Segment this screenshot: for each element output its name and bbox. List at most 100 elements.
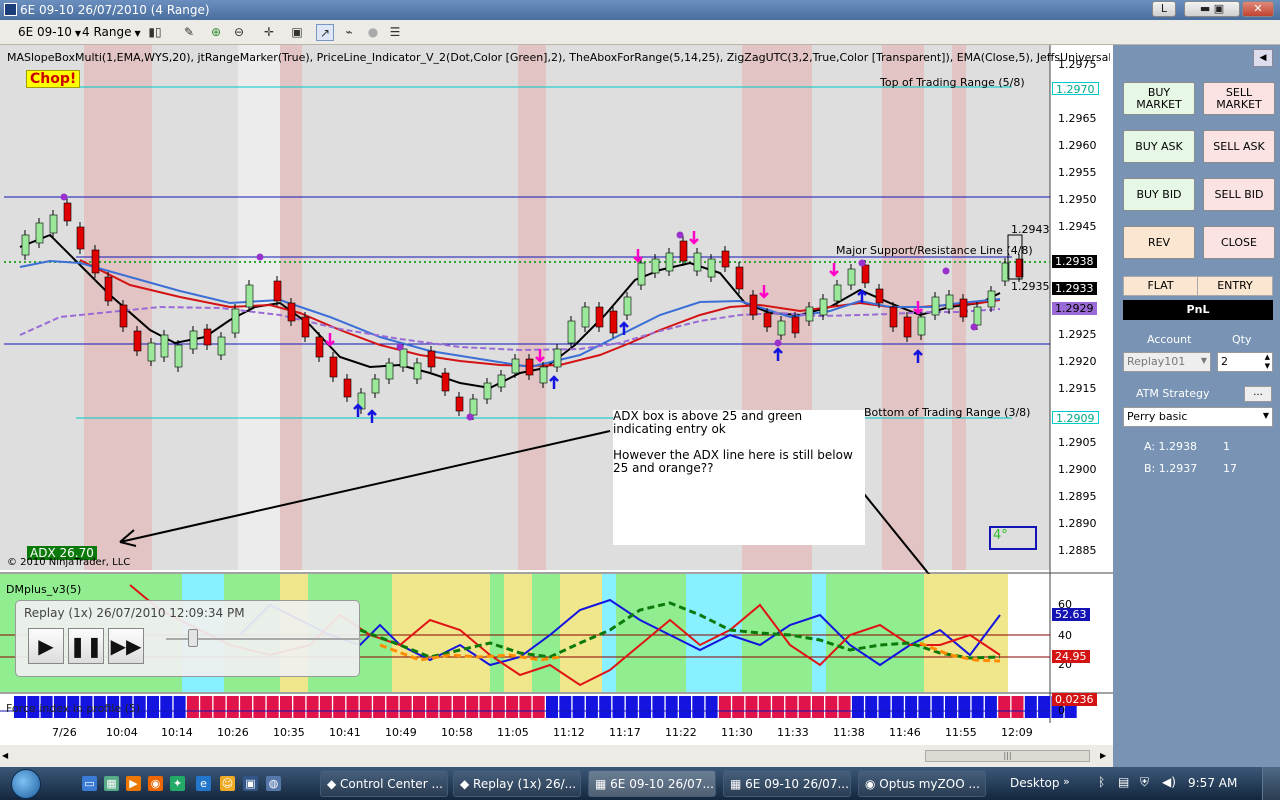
taskbar-item-control-center[interactable]: ◆ Control Center ... (320, 770, 448, 797)
force-index-bar (572, 696, 585, 718)
taskbar-item-browser[interactable]: ◉ Optus myZOO ... (858, 770, 986, 797)
taskbar-item-chart-2[interactable]: ▦ 6E 09-10 26/07... (723, 770, 851, 797)
candle-body (791, 316, 800, 334)
force-index-bar (253, 696, 266, 718)
force-index-bar (439, 696, 452, 718)
dm-zone-band (826, 574, 924, 692)
candlestick-icon[interactable]: ▮▯ (146, 24, 164, 41)
title-bar[interactable]: 6E 09-10 26/07/2010 (4 Range) L ▬ ▣ ✕ (0, 0, 1280, 20)
candle-body (231, 308, 240, 334)
horizontal-scrollbar[interactable]: ◀ ||| ▶ (0, 745, 1113, 767)
time-axis-label: 11:22 (665, 726, 697, 739)
atm-options-button[interactable]: ... (1244, 386, 1272, 402)
swing-dot (396, 343, 404, 351)
desktop-toolbar[interactable]: Desktop (1010, 776, 1060, 790)
time-axis-label: 11:33 (777, 726, 809, 739)
internet-explorer-icon[interactable]: e (196, 776, 211, 791)
taskbar-item-replay[interactable]: ◆ Replay (1x) 26/... (453, 770, 581, 797)
candle-body (217, 336, 226, 356)
chevron-right-icon[interactable]: » (1063, 775, 1070, 788)
ma-price-tag: 1.2929 (1052, 302, 1097, 315)
sell-bid-button[interactable]: SELL BID (1203, 178, 1275, 211)
reverse-button[interactable]: REV (1123, 226, 1195, 259)
candle-body (469, 398, 478, 416)
scroll-thumb[interactable]: ||| (925, 750, 1090, 762)
fast-forward-button[interactable]: ▶▶ (108, 628, 144, 664)
volume-icon[interactable]: ◀) (1162, 775, 1176, 789)
buy-market-button[interactable]: BUY MARKET (1123, 82, 1195, 115)
force-index-bar (492, 696, 505, 718)
sell-market-button[interactable]: SELL MARKET (1203, 82, 1275, 115)
time-axis-label: 10:41 (329, 726, 361, 739)
period-selector[interactable]: 4 Range ▼ (78, 24, 145, 41)
show-desktop-icon[interactable]: ▭ (82, 776, 97, 791)
crosshair-icon[interactable]: ✛ (260, 24, 278, 41)
explorer-icon[interactable]: ▦ (104, 776, 119, 791)
zoom-out-icon[interactable]: ⊖ (230, 24, 248, 41)
force-index-bar (585, 696, 598, 718)
firefox-icon[interactable]: ◉ (148, 776, 163, 791)
scroll-left-icon[interactable]: ◀ (2, 751, 8, 760)
force-index-bar (186, 696, 199, 718)
candle-body (76, 226, 85, 250)
ema-price-tag: 1.2933 (1052, 282, 1097, 295)
qty-label: Qty (1232, 333, 1252, 346)
draw-pen-icon[interactable]: ✎ (180, 24, 198, 41)
atm-strategy-select[interactable]: Perry basic ▼ (1123, 407, 1273, 427)
replay-panel[interactable]: Replay (1x) 26/07/2010 12:09:34 PM ▶ ❚❚ … (15, 600, 362, 677)
candle-body (133, 330, 142, 352)
close-position-button[interactable]: CLOSE (1203, 226, 1275, 259)
bottom-range-price-tag: 1.2909 (1052, 411, 1099, 425)
minimize-button[interactable]: L (1152, 1, 1176, 17)
start-button[interactable] (11, 769, 41, 799)
candle-body (21, 234, 30, 256)
candle-body (35, 222, 44, 244)
candle-body (119, 304, 128, 328)
data-box-icon[interactable]: ▣ (288, 24, 306, 41)
buy-bid-button[interactable]: BUY BID (1123, 178, 1195, 211)
window-icon[interactable]: ▣ (243, 776, 258, 791)
candle-body (861, 264, 870, 284)
force-index-bar (386, 696, 399, 718)
qty-stepper[interactable]: 2 ▲ ▼ (1217, 352, 1273, 372)
candle-body (273, 280, 282, 302)
replay-slider-thumb[interactable] (188, 629, 199, 647)
candle-body (889, 306, 898, 328)
instrument-selector[interactable]: 6E 09-10 ▼ (14, 24, 85, 41)
force-index-bar (1024, 696, 1037, 718)
snapshot-icon[interactable]: ● (364, 24, 382, 41)
scroll-right-icon[interactable]: ▶ (1100, 751, 1106, 760)
spin-icon[interactable]: ▲ ▼ (1265, 353, 1270, 371)
price-axis-label: 1.2895 (1058, 490, 1097, 503)
utility-icon[interactable]: ✦ (170, 776, 185, 791)
bluetooth-icon[interactable]: ᛒ (1098, 775, 1105, 789)
globe-icon[interactable]: ◍ (266, 776, 281, 791)
messenger-icon[interactable]: ☺ (220, 776, 235, 791)
force-index-bar (173, 696, 186, 718)
clock[interactable]: 9:57 AM (1188, 776, 1237, 790)
pause-button[interactable]: ❚❚ (68, 628, 104, 664)
sell-ask-button[interactable]: SELL ASK (1203, 130, 1275, 163)
play-button[interactable]: ▶ (28, 628, 64, 664)
force-index-bar (452, 696, 465, 718)
close-window-button[interactable]: ✕ (1242, 1, 1274, 17)
restore-button[interactable]: ▬ ▣ (1184, 1, 1240, 17)
candle-body (609, 310, 618, 334)
show-desktop-button[interactable] (1262, 767, 1280, 800)
account-select[interactable]: Replay101 ▼ (1123, 352, 1211, 372)
security-icon[interactable]: ⛨ (1140, 775, 1149, 790)
taskbar-item-chart-1[interactable]: ▦ 6E 09-10 26/07... (588, 770, 716, 797)
force-index-bar (559, 696, 572, 718)
zoom-in-icon[interactable]: ⊕ (207, 24, 225, 41)
indicators-icon[interactable]: ↗ (316, 24, 334, 41)
force-index-bar (346, 696, 359, 718)
time-axis-label: 11:38 (833, 726, 865, 739)
media-player-icon[interactable]: ▶ (126, 776, 141, 791)
candle-body (973, 306, 982, 326)
network-icon[interactable]: ▤ (1118, 775, 1129, 789)
price-axis-label: 1.2950 (1058, 193, 1097, 206)
properties-icon[interactable]: ☰ (386, 24, 404, 41)
buy-ask-button[interactable]: BUY ASK (1123, 130, 1195, 163)
strategies-icon[interactable]: ⌁ (340, 24, 358, 41)
collapse-icon[interactable]: ◀ (1253, 49, 1273, 67)
